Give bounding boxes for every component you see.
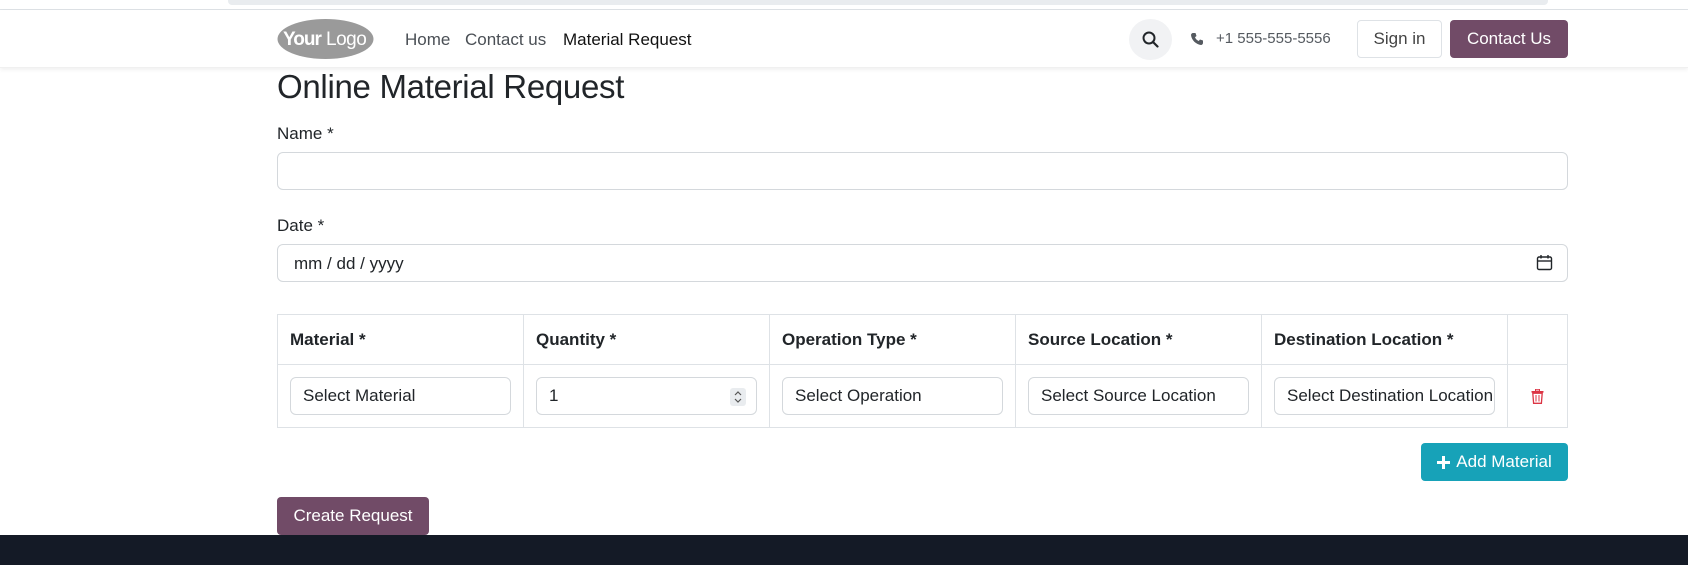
operation-select[interactable]: Select Operation <box>782 377 1003 415</box>
col-source-location: Source Location * <box>1015 314 1262 365</box>
table-row: Select Material 1 Select Operation Selec… <box>277 364 1568 428</box>
phone-icon <box>1191 32 1203 45</box>
chevron-up-icon <box>734 391 742 396</box>
nav-contact-us[interactable]: Contact us <box>465 30 546 50</box>
materials-table: Material * Quantity * Operation Type * S… <box>277 314 1568 428</box>
date-input[interactable]: mm / dd / yyyy <box>277 244 1568 282</box>
date-placeholder: mm / dd / yyyy <box>294 254 404 273</box>
add-material-label: Add Material <box>1456 452 1552 471</box>
trash-icon <box>1531 388 1544 404</box>
phone-number: +1 555-555-5556 <box>1216 30 1331 47</box>
col-material: Material * <box>277 314 524 365</box>
quantity-value: 1 <box>549 386 559 405</box>
col-actions <box>1507 314 1568 365</box>
plus-icon <box>1437 455 1451 469</box>
page-title: Online Material Request <box>277 68 625 105</box>
table-header-row: Material * Quantity * Operation Type * S… <box>277 314 1568 365</box>
col-destination-location: Destination Location * <box>1261 314 1508 365</box>
source-location-select[interactable]: Select Source Location <box>1028 377 1249 415</box>
destination-location-value: Select Destination Location <box>1287 386 1494 405</box>
phone-contact[interactable]: +1 555-555-5556 <box>1190 30 1331 47</box>
create-request-button[interactable]: Create Request <box>277 497 429 535</box>
top-strip-bar <box>228 0 1548 5</box>
col-quantity: Quantity * <box>523 314 770 365</box>
nav-home[interactable]: Home <box>405 30 450 50</box>
add-material-button[interactable]: Add Material <box>1421 443 1568 481</box>
name-label: Name * <box>277 124 334 143</box>
sign-in-button[interactable]: Sign in <box>1357 20 1442 58</box>
footer <box>0 535 1688 565</box>
calendar-icon[interactable] <box>1536 254 1553 271</box>
svg-text:Your: Your <box>283 29 322 50</box>
material-select[interactable]: Select Material <box>290 377 511 415</box>
date-label: Date * <box>277 216 325 235</box>
destination-location-select[interactable]: Select Destination Location <box>1274 377 1495 415</box>
col-operation-type: Operation Type * <box>769 314 1016 365</box>
logo[interactable]: Your Logo <box>277 18 374 60</box>
quantity-stepper[interactable]: 1 <box>536 377 757 415</box>
name-input[interactable] <box>277 152 1568 190</box>
material-select-value: Select Material <box>303 386 416 405</box>
nav-material-request[interactable]: Material Request <box>563 30 692 50</box>
search-button[interactable] <box>1129 19 1172 60</box>
operation-select-value: Select Operation <box>795 386 922 405</box>
chevron-down-icon <box>734 398 742 403</box>
svg-text:Logo: Logo <box>326 29 366 50</box>
browser-top-strip <box>0 0 1688 10</box>
delete-row-button[interactable] <box>1520 388 1555 404</box>
quantity-spinner[interactable] <box>730 388 746 406</box>
contact-us-button[interactable]: Contact Us <box>1450 20 1568 58</box>
source-location-value: Select Source Location <box>1041 386 1216 405</box>
site-header: Your Logo Home Contact us Material Reque… <box>0 10 1688 68</box>
search-icon <box>1142 31 1159 48</box>
